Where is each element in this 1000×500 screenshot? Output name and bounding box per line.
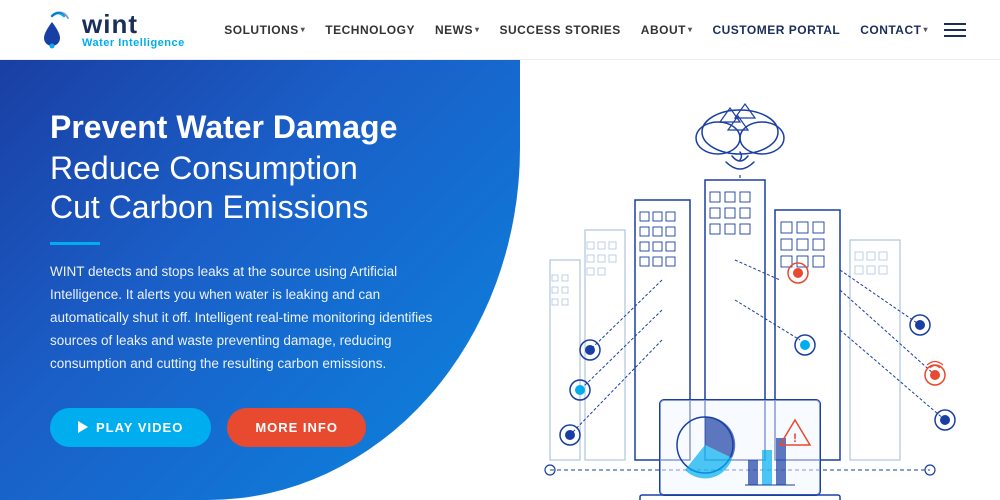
hero-description: WINT detects and stops leaks at the sour… bbox=[50, 261, 440, 376]
logo-icon bbox=[30, 8, 74, 52]
nav-news[interactable]: NEWS▾ bbox=[427, 17, 488, 43]
nav-success-stories[interactable]: SUCCESS STORIES bbox=[491, 17, 628, 43]
nav-solutions[interactable]: SOLUTIONS▾ bbox=[216, 17, 313, 43]
logo-text: wint Water Intelligence bbox=[82, 11, 185, 49]
nav-contact[interactable]: CONTACT▾ bbox=[852, 17, 936, 43]
hero-illustration: ! bbox=[480, 80, 1000, 500]
play-video-button[interactable]: PLAY VIDEO bbox=[50, 408, 211, 447]
hero-title-bold: Prevent Water Damage bbox=[50, 110, 460, 145]
nav-technology[interactable]: TECHNOLOGY bbox=[317, 17, 423, 43]
logo[interactable]: wint Water Intelligence bbox=[30, 8, 185, 52]
more-info-button[interactable]: MORE INFO bbox=[227, 408, 366, 447]
hero-title-light: Reduce Consumption Cut Carbon Emissions bbox=[50, 149, 460, 226]
hero-buttons: PLAY VIDEO MORE INFO bbox=[50, 408, 460, 447]
hero-section: Prevent Water Damage Reduce Consumption … bbox=[0, 60, 1000, 500]
logo-brand: wint bbox=[82, 11, 185, 37]
site-header: wint Water Intelligence SOLUTIONS▾ TECHN… bbox=[0, 0, 1000, 60]
play-icon bbox=[78, 421, 88, 433]
main-nav: SOLUTIONS▾ TECHNOLOGY NEWS▾ SUCCESS STOR… bbox=[216, 17, 970, 43]
hero-divider bbox=[50, 242, 100, 245]
svg-text:!: ! bbox=[793, 431, 797, 445]
hero-content: Prevent Water Damage Reduce Consumption … bbox=[0, 60, 500, 500]
city-svg: ! bbox=[480, 80, 1000, 500]
nav-about[interactable]: ABOUT▾ bbox=[633, 17, 701, 43]
nav-customer-portal[interactable]: CUSTOMER PORTAL bbox=[704, 17, 848, 43]
logo-subtitle: Water Intelligence bbox=[82, 37, 185, 49]
cloud-group bbox=[696, 104, 784, 169]
hamburger-menu[interactable] bbox=[940, 19, 970, 41]
